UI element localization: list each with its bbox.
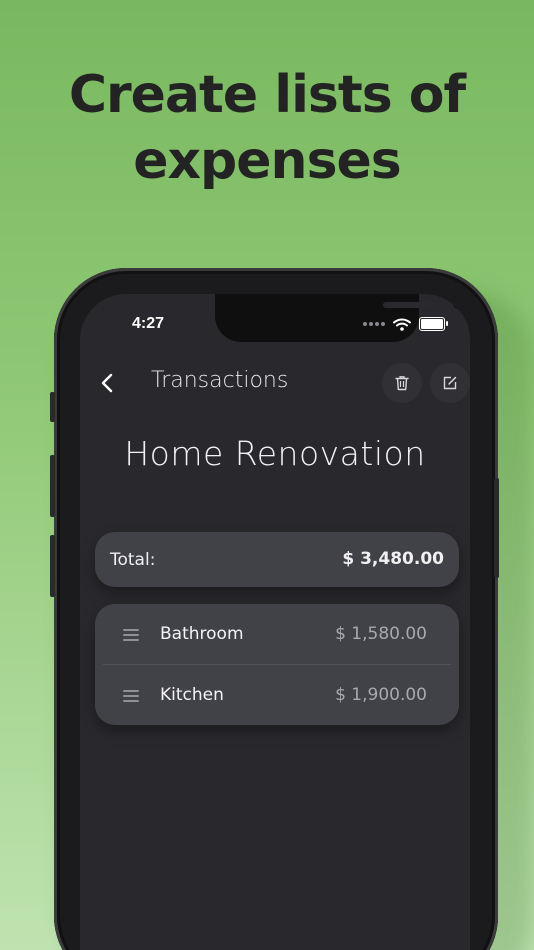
volume-down-button — [50, 535, 55, 597]
total-label: Total: — [110, 550, 156, 570]
silent-switch — [50, 392, 55, 422]
status-icons — [363, 317, 448, 331]
app-screen: 4:27 Transactions Home Renovation Total: — [80, 294, 470, 950]
item-amount: $ 1,900.00 — [335, 685, 427, 705]
headline-line-1: Create lists of — [68, 65, 466, 125]
item-amount: $ 1,580.00 — [335, 624, 427, 644]
back-button[interactable] — [94, 366, 120, 400]
list-item-kitchen[interactable]: Kitchen $ 1,900.00 — [95, 665, 459, 725]
item-name: Kitchen — [160, 685, 224, 705]
trash-icon — [395, 376, 409, 391]
total-value: $ 3,480.00 — [342, 549, 444, 569]
headline-line-2: expenses — [133, 131, 402, 191]
power-button — [494, 478, 499, 578]
chevron-left-icon — [101, 373, 113, 393]
edit-button[interactable] — [430, 363, 470, 403]
delete-button[interactable] — [382, 363, 422, 403]
list-item-bathroom[interactable]: Bathroom $ 1,580.00 — [95, 604, 459, 664]
promo-headline: Create lists of expenses — [0, 62, 534, 194]
wifi-icon — [393, 318, 411, 331]
list-title: Home Renovation — [124, 434, 426, 473]
total-card: Total: $ 3,480.00 — [95, 532, 459, 587]
edit-icon — [443, 376, 457, 390]
transactions-list: Bathroom $ 1,580.00 Kitchen $ 1,900.00 — [95, 604, 459, 725]
drag-handle-icon[interactable] — [123, 690, 139, 705]
item-name: Bathroom — [160, 624, 244, 644]
volume-up-button — [50, 455, 55, 517]
status-time: 4:27 — [132, 315, 165, 332]
front-camera — [453, 299, 463, 309]
signal-dots-icon — [363, 322, 385, 326]
drag-handle-icon[interactable] — [123, 629, 139, 644]
nav-title: Transactions — [151, 368, 289, 393]
speaker — [383, 302, 437, 308]
battery-icon — [419, 317, 448, 331]
